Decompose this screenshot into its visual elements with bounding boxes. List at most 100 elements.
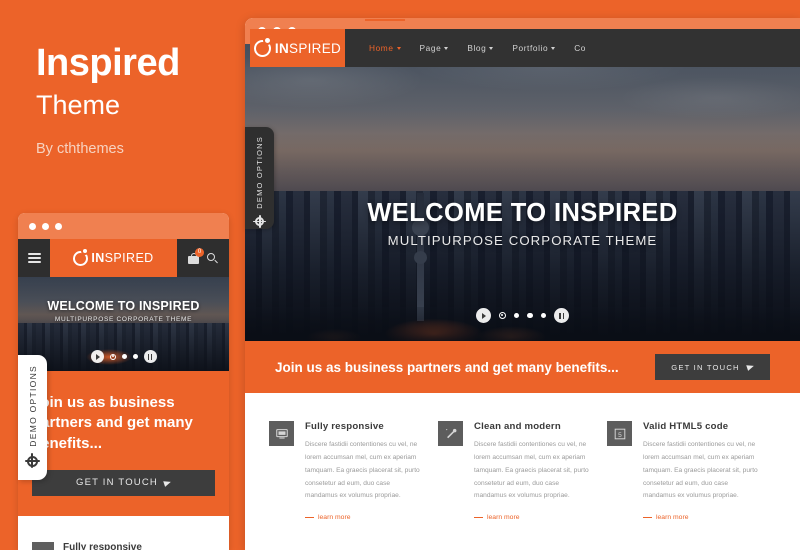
pause-icon[interactable] — [554, 308, 570, 323]
demo-options-tab-mobile[interactable]: DEMO OPTIONS — [18, 355, 47, 480]
nav-item-label: Page — [419, 43, 442, 53]
feature-title: Fully responsive — [305, 421, 384, 432]
dash-icon — [643, 517, 652, 519]
get-in-touch-label: GET IN TOUCH — [671, 362, 740, 372]
mobile-preview-window: INSPIRED 0 WELCOME TO INSPIRED MULTIPURP… — [18, 213, 229, 550]
gear-icon — [24, 453, 40, 469]
mobile-cta-section: Join us as business partners and get man… — [18, 371, 229, 516]
nav-item-label: Co — [574, 43, 586, 53]
logo-prefix: IN — [274, 40, 290, 56]
feature-learn-more-link[interactable]: learn more — [474, 514, 591, 521]
next-arrow-icon[interactable] — [90, 350, 104, 363]
mobile-features-section: Fully responsive — [18, 515, 229, 550]
paper-plane-icon — [163, 478, 172, 487]
site-logo[interactable]: INSPIRED — [250, 29, 345, 67]
slider-dot-1[interactable] — [498, 312, 506, 319]
paper-plane-icon — [745, 363, 755, 371]
mobile-site-logo[interactable]: INSPIRED — [50, 239, 177, 277]
chevron-down-icon — [489, 46, 494, 50]
monitor-icon — [269, 421, 294, 446]
slider-dot-2[interactable] — [121, 354, 127, 359]
mobile-get-in-touch-button[interactable]: GET IN TOUCH — [32, 469, 215, 496]
slider-dot-3[interactable] — [132, 354, 138, 359]
logo-suffix: SPIRED — [289, 40, 342, 56]
site-navigation-bar: INSPIRED Home Page Blog Portfolio Co — [250, 19, 800, 67]
search-icon[interactable] — [207, 252, 218, 264]
author-label: By cththemes — [36, 140, 124, 157]
feature-learn-more-label: learn more — [318, 514, 351, 522]
nav-item-page[interactable]: Page — [420, 31, 449, 65]
hero-subheading: MULTIPURPOSE CORPORATE THEME — [387, 233, 658, 248]
next-arrow-icon[interactable] — [475, 308, 491, 323]
feature-learn-more-label: learn more — [656, 514, 689, 522]
hero-slider: WELCOME TO INSPIRED MULTIPURPOSE CORPORA… — [245, 44, 800, 341]
shopping-bag-icon[interactable]: 0 — [188, 247, 204, 264]
feature-title: Valid HTML5 code — [643, 421, 729, 432]
minimize-dot[interactable] — [42, 222, 49, 230]
mobile-feature-title: Fully responsive — [63, 541, 142, 550]
demo-options-label: DEMO OPTIONS — [255, 136, 264, 209]
dash-icon — [305, 517, 314, 519]
mobile-hero-heading: WELCOME TO INSPIRED — [47, 299, 200, 313]
nav-item-label: Blog — [467, 43, 487, 53]
maximize-dot[interactable] — [55, 222, 62, 230]
feature-title: Clean and modern — [474, 421, 561, 432]
close-dot[interactable] — [29, 222, 36, 230]
circle-logo-mark-icon — [73, 249, 89, 266]
nav-item-label: Home — [369, 43, 394, 53]
logo-suffix: SPIRED — [104, 251, 154, 265]
demo-options-label: DEMO OPTIONS — [27, 365, 38, 447]
mobile-hero-subheading: MULTIPURPOSE CORPORATE THEME — [54, 316, 193, 323]
hero-text-block: WELCOME TO INSPIRED MULTIPURPOSE CORPORA… — [245, 199, 800, 248]
logo-prefix: IN — [91, 251, 105, 265]
chevron-down-icon — [444, 46, 449, 50]
demo-options-tab[interactable]: DEMO OPTIONS — [245, 127, 274, 229]
mobile-window-titlebar — [18, 213, 229, 239]
nav-item-blog[interactable]: Blog — [467, 31, 494, 65]
mobile-get-in-touch-label: GET IN TOUCH — [76, 477, 158, 489]
circle-logo-mark-icon — [253, 37, 271, 57]
feature-learn-more-link[interactable]: learn more — [643, 514, 760, 521]
feature-learn-more-link[interactable]: learn more — [305, 514, 422, 521]
mobile-hero-slider: WELCOME TO INSPIRED MULTIPURPOSE CORPORA… — [18, 277, 229, 371]
mobile-site-header: INSPIRED 0 — [18, 239, 229, 277]
hero-heading: WELCOME TO INSPIRED — [367, 199, 678, 227]
nav-item-label: Portfolio — [512, 43, 549, 53]
page-title: Inspired — [36, 42, 180, 84]
dash-icon — [474, 517, 483, 519]
browser-preview-window: WELCOME TO INSPIRED MULTIPURPOSE CORPORA… — [245, 18, 800, 550]
slider-dot-1[interactable] — [109, 353, 116, 360]
chevron-down-icon — [396, 46, 401, 50]
cta-band: Join us as business partners and get man… — [245, 341, 800, 393]
gear-icon — [253, 214, 266, 228]
feature-card-clean-and-modern: Clean and modern Discere fastidii conten… — [438, 421, 607, 521]
promo-title-block: Inspired Theme By cththemes — [36, 42, 236, 157]
hamburger-menu-icon[interactable] — [18, 239, 50, 277]
mobile-slider-controls — [18, 350, 229, 363]
nav-item-home[interactable]: Home — [365, 19, 405, 65]
nav-item-contact[interactable]: Co — [574, 31, 586, 65]
magic-wand-icon — [438, 421, 463, 446]
feature-card-fully-responsive: Fully responsive Discere fastidii conten… — [269, 421, 438, 521]
promo-panel: Inspired Theme By cththemes INSPIRED 0 W… — [0, 0, 245, 550]
mobile-header-actions: 0 — [177, 239, 229, 277]
slider-dot-3[interactable] — [527, 312, 533, 319]
pause-icon[interactable] — [143, 350, 157, 363]
chevron-down-icon — [551, 46, 556, 50]
nav-item-portfolio[interactable]: Portfolio — [512, 31, 556, 65]
html5-icon: 5 — [607, 421, 632, 446]
page-subtitle: Theme — [36, 89, 121, 120]
mobile-hero-text: WELCOME TO INSPIRED MULTIPURPOSE CORPORA… — [18, 299, 229, 323]
feature-description: Discere fastidii contentiones cu vel, ne… — [643, 441, 758, 500]
cart-count-badge: 0 — [195, 247, 204, 257]
get-in-touch-button[interactable]: GET IN TOUCH — [655, 354, 770, 380]
slider-dot-2[interactable] — [513, 312, 520, 319]
slider-dot-4[interactable] — [540, 312, 547, 319]
feature-description: Discere fastidii contentiones cu vel, ne… — [305, 441, 420, 500]
mobile-feature-item: Fully responsive — [32, 541, 215, 550]
feature-card-valid-html5-code: 5 Valid HTML5 code Discere fastidii cont… — [607, 421, 776, 521]
feature-description: Discere fastidii contentiones cu vel, ne… — [474, 441, 589, 500]
features-section: Fully responsive Discere fastidii conten… — [245, 393, 800, 522]
hero-slider-controls — [245, 308, 800, 323]
monitor-icon — [32, 541, 54, 550]
